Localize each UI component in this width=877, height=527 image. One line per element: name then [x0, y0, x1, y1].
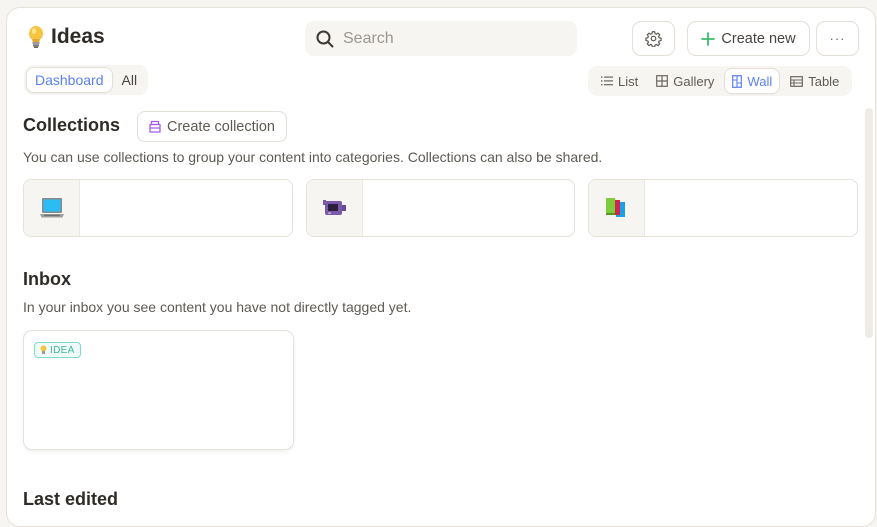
collection-card[interactable]	[23, 179, 293, 237]
inbox-heading: Inbox	[23, 269, 71, 289]
table-icon	[790, 75, 804, 87]
idea-title	[34, 372, 283, 390]
collection-card-icon-area	[589, 180, 645, 236]
view-gallery-label: Gallery	[673, 73, 715, 89]
search-icon	[316, 30, 334, 47]
view-table-label: Table	[808, 73, 840, 89]
tab-all[interactable]: All	[114, 68, 146, 92]
settings-button[interactable]	[632, 21, 675, 56]
scrollbar[interactable]	[865, 108, 873, 338]
collection-card-text	[80, 180, 108, 236]
idea-tag: IDEA	[34, 342, 81, 358]
view-list-label: List	[618, 73, 639, 89]
gallery-grid-icon	[656, 75, 669, 87]
search-input[interactable]	[343, 29, 563, 48]
more-icon: ···	[829, 31, 846, 46]
wall-icon	[732, 74, 743, 88]
ideas-window: Ideas Dashboard All Create new ···	[6, 7, 876, 527]
laptop-icon	[39, 198, 64, 218]
collections-heading: Collections	[23, 115, 121, 135]
view-gallery[interactable]: Gallery	[649, 69, 721, 93]
more-options-button[interactable]: ···	[816, 21, 859, 56]
lightbulb-icon	[29, 26, 43, 48]
last-edited-heading: Last edited	[23, 489, 119, 509]
inbox-idea-card[interactable]: IDEA	[23, 330, 294, 450]
view-wall[interactable]: Wall	[725, 69, 780, 93]
create-collection-label: Create collection	[167, 118, 275, 135]
collection-card[interactable]	[306, 179, 575, 237]
collection-icon	[149, 120, 161, 133]
collection-card-text	[363, 180, 391, 236]
view-switcher: List Gallery Wall Table	[588, 66, 853, 96]
collection-card-icon-area	[24, 180, 80, 236]
idea-body	[34, 398, 283, 446]
view-list[interactable]: List	[594, 69, 645, 93]
collection-card-text	[645, 180, 673, 236]
view-wall-label: Wall	[747, 73, 773, 89]
dashboard-tabs: Dashboard All	[24, 65, 149, 95]
inbox-description: In your inbox you see content you have n…	[23, 299, 412, 315]
plus-icon	[701, 31, 716, 46]
view-table[interactable]: Table	[783, 69, 846, 93]
books-icon	[605, 198, 625, 217]
page-title-text: Ideas	[51, 25, 105, 48]
idea-tag-label: IDEA	[50, 344, 75, 356]
lightbulb-icon	[40, 345, 47, 354]
list-icon	[601, 76, 613, 86]
gear-icon	[645, 31, 662, 47]
page-title: Ideas	[27, 25, 105, 49]
collection-card-icon-area	[307, 180, 363, 236]
create-collection-button[interactable]: Create collection	[137, 111, 287, 142]
tab-dashboard[interactable]: Dashboard	[27, 68, 112, 92]
video-camera-icon	[322, 200, 346, 215]
create-new-button[interactable]: Create new	[687, 21, 810, 56]
search-box[interactable]	[305, 21, 577, 56]
collections-description: You can use collections to group your co…	[23, 149, 603, 165]
create-new-label: Create new	[721, 30, 796, 47]
collection-card[interactable]	[588, 179, 858, 237]
